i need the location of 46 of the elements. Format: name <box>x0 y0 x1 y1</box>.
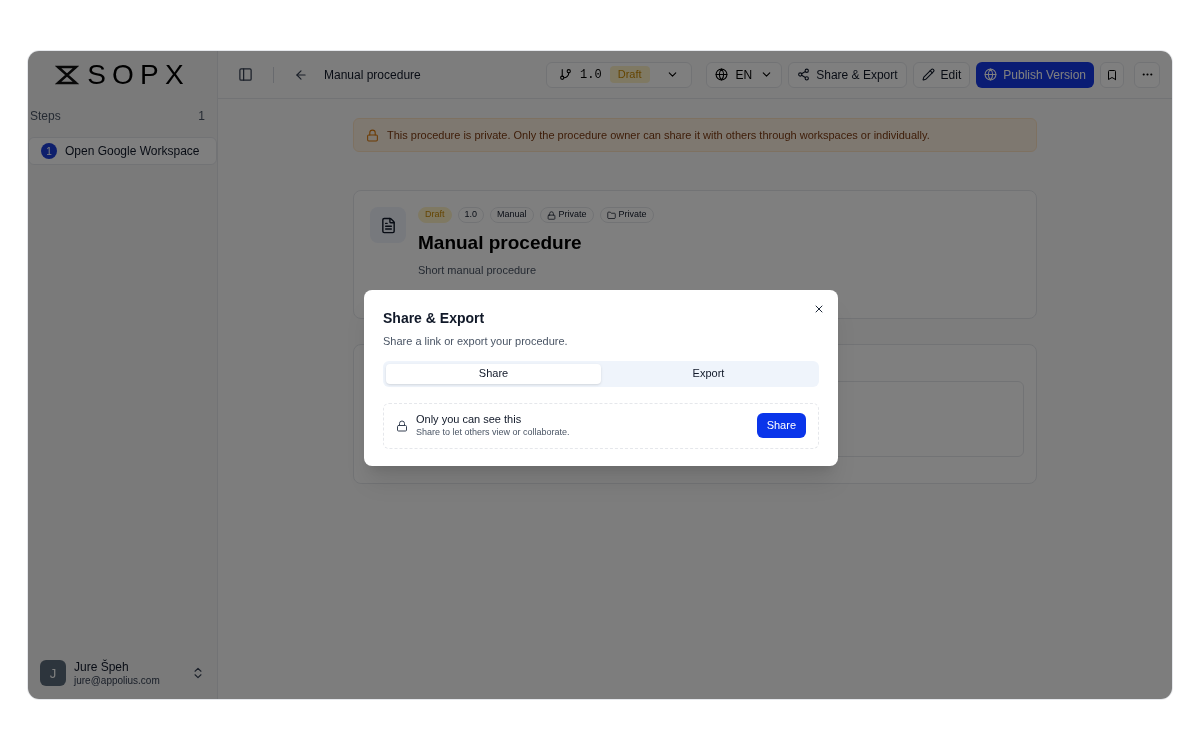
globe-icon <box>714 68 728 81</box>
version-dropdown[interactable]: 1.0 Draft <box>546 61 692 88</box>
procedure-badge: 1.0 <box>457 207 485 223</box>
procedure-badge: Manual <box>490 207 534 223</box>
lock-icon <box>366 128 379 142</box>
share-button[interactable]: Share & Export <box>788 61 907 88</box>
language-dropdown[interactable]: EN <box>705 61 783 88</box>
notice-text: This procedure is private. Only the procedure owner can share it with others through workspaces or individually. <box>387 127 930 143</box>
branch-icon <box>559 68 573 81</box>
bookmark-button[interactable] <box>1100 61 1124 88</box>
dialog-tab[interactable]: Share <box>386 363 601 384</box>
globe-icon <box>984 68 998 81</box>
dialog-tab[interactable]: Export <box>601 363 816 384</box>
procedure-description: Short manual procedure <box>418 262 537 278</box>
share-icon <box>797 68 811 81</box>
procedure-badge: Draft <box>418 207 452 223</box>
page-title: Manual procedure <box>324 66 421 84</box>
share-hint: Share to let others view or collaborate. <box>416 426 570 438</box>
step-label: Open Google Workspace <box>65 143 200 160</box>
avatar: J <box>40 660 66 687</box>
step-number: 1 <box>41 143 57 159</box>
user-email: jure@appolius.com <box>74 674 160 687</box>
sidebar-toggle-icon[interactable] <box>238 67 253 82</box>
lock-icon <box>546 210 556 220</box>
folder-icon <box>606 210 616 220</box>
close-icon[interactable] <box>813 303 825 315</box>
procedure-badge: Private <box>599 207 654 223</box>
lock-icon <box>396 419 408 432</box>
bookmark-icon <box>1106 68 1118 81</box>
share-button[interactable]: Share <box>756 413 806 438</box>
share-status: Only you can see this <box>416 413 523 427</box>
procedure-badge: Private <box>539 207 594 223</box>
logo-icon <box>55 65 80 85</box>
dialog-title: Share & Export <box>383 309 486 328</box>
file-icon <box>379 216 397 234</box>
edit-button[interactable]: Edit <box>912 61 971 88</box>
logo: SOPX <box>87 58 190 92</box>
pencil-icon <box>921 68 935 81</box>
dialog-subtitle: Share a link or export your procedure. <box>383 334 569 349</box>
steps-count: 1 <box>198 108 205 125</box>
user-name: Jure Špeh <box>74 659 130 675</box>
publish-button[interactable]: Publish Version <box>976 61 1094 88</box>
status-badge: Draft <box>609 66 650 83</box>
steps-heading: Steps <box>30 108 61 125</box>
step-item[interactable]: 1 Open Google Workspace <box>28 137 217 165</box>
procedure-title: Manual procedure <box>418 231 583 255</box>
